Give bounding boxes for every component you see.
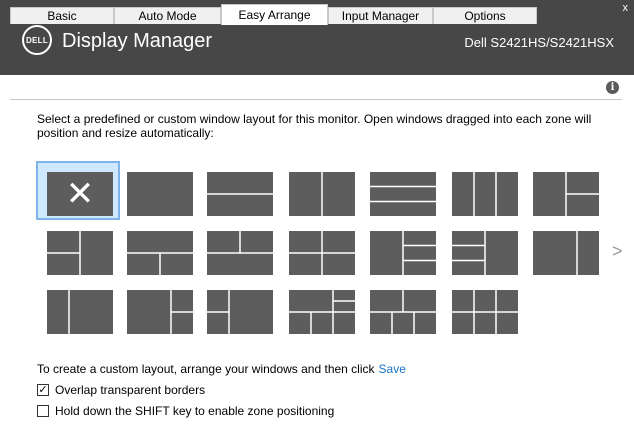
- layout-grid-3x2[interactable]: [452, 290, 518, 334]
- logo-text: DELL: [25, 35, 49, 45]
- layout-mixed-grid[interactable]: [289, 290, 355, 334]
- layout-narrow-left-wide-right[interactable]: [47, 290, 113, 334]
- tab-auto-mode[interactable]: Auto Mode: [114, 7, 221, 24]
- close-icon[interactable]: x: [623, 3, 629, 14]
- layout-grid-2x3[interactable]: [370, 290, 436, 334]
- tab-input-manager[interactable]: Input Manager: [328, 7, 433, 24]
- save-link[interactable]: Save: [379, 362, 406, 376]
- chevron-right-icon[interactable]: >: [612, 241, 623, 262]
- custom-layout-prompt: To create a custom layout, arrange your …: [37, 362, 375, 376]
- layout-two-rows[interactable]: [207, 172, 273, 216]
- tab-options[interactable]: Options: [433, 7, 537, 24]
- layout-left-three-right[interactable]: [370, 231, 436, 275]
- tab-bar: [0, 75, 634, 99]
- tab-easy-arrange[interactable]: Easy Arrange: [221, 4, 328, 25]
- tab-basic[interactable]: Basic: [10, 7, 114, 24]
- layout-three-left-one-right[interactable]: [452, 231, 518, 275]
- custom-layout-text: To create a custom layout, arrange your …: [37, 362, 406, 376]
- overlap-borders-option[interactable]: ✓ Overlap transparent borders: [37, 383, 205, 397]
- tab-divider: [10, 99, 622, 100]
- layout-two-columns[interactable]: [289, 172, 355, 216]
- layout-wide-left-narrow-right[interactable]: [533, 231, 599, 275]
- overlap-borders-checkbox[interactable]: ✓: [37, 384, 49, 396]
- close-icon: ✕: [47, 172, 113, 216]
- instructions-text: Select a predefined or custom window lay…: [37, 112, 592, 140]
- dell-logo: DELL: [22, 25, 52, 55]
- shift-key-option[interactable]: Hold down the SHIFT key to enable zone p…: [37, 404, 334, 418]
- info-icon[interactable]: i: [606, 81, 619, 94]
- layout-two-left-one-right[interactable]: [47, 231, 113, 275]
- layout-three-rows[interactable]: [370, 172, 436, 216]
- overlap-borders-label: Overlap transparent borders: [55, 383, 206, 397]
- layout-full[interactable]: [127, 172, 193, 216]
- layout-wide-left-two-right[interactable]: [127, 290, 193, 334]
- layout-three-columns[interactable]: [452, 172, 518, 216]
- layout-four-quadrants[interactable]: [289, 231, 355, 275]
- shift-key-checkbox[interactable]: [37, 405, 49, 417]
- layout-left-two-right[interactable]: [533, 172, 599, 216]
- shift-key-label: Hold down the SHIFT key to enable zone p…: [55, 404, 335, 418]
- layout-two-rows-two-columns[interactable]: [127, 231, 193, 275]
- layout-two-left-wide-right[interactable]: [207, 290, 273, 334]
- monitor-name: Dell S2421HS/S2421HSX: [464, 35, 614, 50]
- layout-top-one-bottom-two[interactable]: [207, 231, 273, 275]
- app-title: Display Manager: [62, 30, 213, 52]
